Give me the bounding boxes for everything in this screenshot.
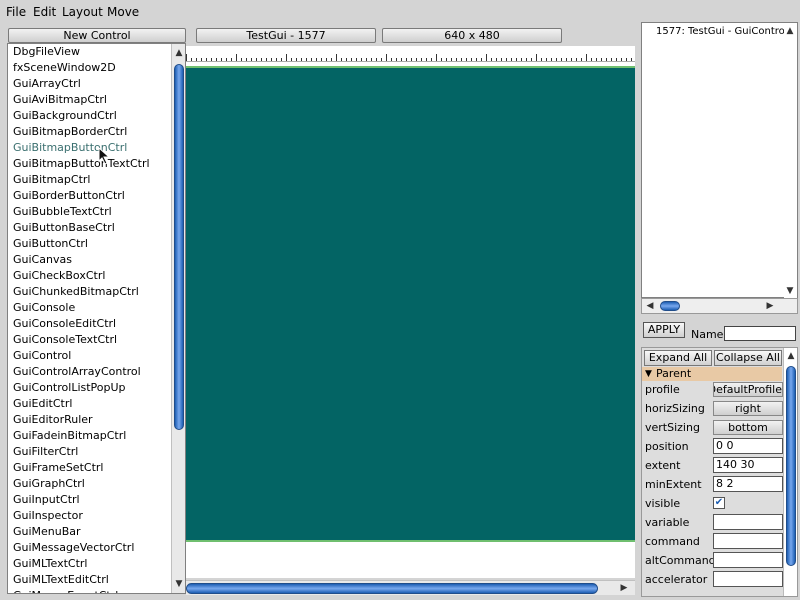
prop-label-profile: profile bbox=[645, 383, 680, 396]
scroll-left-icon[interactable]: ◀ bbox=[644, 300, 656, 312]
vertsizing-dropdown[interactable]: bottom bbox=[713, 420, 783, 435]
control-list-item[interactable]: GuiArrayCtrl bbox=[13, 76, 81, 92]
control-list-item[interactable]: GuiConsoleTextCtrl bbox=[13, 332, 117, 348]
canvas-horizontal-scrollbar[interactable]: ▶ bbox=[186, 580, 635, 595]
prop-label-visible: visible bbox=[645, 497, 681, 510]
control-list-item[interactable]: GuiFrameSetCtrl bbox=[13, 460, 103, 476]
accelerator-field[interactable] bbox=[713, 571, 783, 587]
ruler-ticks bbox=[186, 54, 632, 61]
control-list-item[interactable]: GuiEditCtrl bbox=[13, 396, 72, 412]
menu-edit[interactable]: Edit bbox=[33, 5, 56, 19]
control-list-item[interactable]: GuiConsoleEditCtrl bbox=[13, 316, 116, 332]
menu-move[interactable]: Move bbox=[107, 5, 139, 19]
gui-canvas[interactable] bbox=[186, 62, 635, 578]
visible-checkbox[interactable]: ✔ bbox=[713, 497, 725, 509]
control-list-item[interactable]: GuiCanvas bbox=[13, 252, 72, 268]
prop-label-altcommand: altCommand bbox=[645, 554, 716, 567]
collapse-all-button[interactable]: Collapse All bbox=[714, 350, 782, 366]
scroll-up-icon[interactable]: ▲ bbox=[173, 47, 185, 59]
inspector-scrollbar[interactable]: ▲ bbox=[783, 348, 797, 596]
control-list-item[interactable]: GuiGraphCtrl bbox=[13, 476, 85, 492]
control-list-item[interactable]: GuiControlListPopUp bbox=[13, 380, 126, 396]
expand-all-button[interactable]: Expand All bbox=[644, 350, 712, 366]
menu-file[interactable]: File bbox=[6, 5, 26, 19]
apply-button[interactable]: APPLY bbox=[643, 322, 685, 338]
control-list-item[interactable]: GuiMLTextEditCtrl bbox=[13, 572, 109, 588]
control-list-item[interactable]: GuiControl bbox=[13, 348, 71, 364]
prop-label-variable: variable bbox=[645, 516, 690, 529]
control-list-item[interactable]: GuiCheckBoxCtrl bbox=[13, 268, 105, 284]
control-list-item[interactable]: GuiButtonBaseCtrl bbox=[13, 220, 115, 236]
canvas-scroll-thumb[interactable] bbox=[186, 583, 598, 594]
control-list-item[interactable]: GuiInspector bbox=[13, 508, 83, 524]
prop-label-horizsizing: horizSizing bbox=[645, 402, 705, 415]
new-control-dropdown[interactable]: New Control bbox=[8, 28, 186, 43]
control-list-item[interactable]: GuiAviBitmapCtrl bbox=[13, 92, 107, 108]
new-control-list[interactable]: DbgFileView fxSceneWindow2D GuiArrayCtrl Gu… bbox=[7, 43, 186, 594]
collapse-triangle-icon: ▼ bbox=[645, 369, 652, 379]
gui-selector[interactable]: TestGui - 1577 bbox=[196, 28, 376, 43]
horizsizing-dropdown[interactable]: right bbox=[713, 401, 783, 416]
scroll-down-icon[interactable]: ▼ bbox=[784, 285, 796, 297]
control-list-item[interactable]: GuiBubbleTextCtrl bbox=[13, 204, 112, 220]
control-list-item[interactable]: GuiMenuBar bbox=[13, 524, 81, 540]
tree-item[interactable]: 1577: TestGui - GuiContro bbox=[656, 26, 785, 37]
variable-field[interactable] bbox=[713, 514, 783, 530]
control-list-scroll-thumb[interactable] bbox=[174, 64, 184, 430]
control-list-item[interactable]: GuiBitmapCtrl bbox=[13, 172, 90, 188]
control-list-scrollbar[interactable]: ▲ ▼ bbox=[171, 44, 185, 593]
control-list-item[interactable]: GuiButtonCtrl bbox=[13, 236, 88, 252]
prop-label-accelerator: accelerator bbox=[645, 573, 708, 586]
control-list-item[interactable]: fxSceneWindow2D bbox=[13, 60, 116, 76]
inspector-scroll-thumb[interactable] bbox=[786, 366, 796, 566]
resolution-selector[interactable]: 640 x 480 bbox=[382, 28, 562, 43]
control-list-item[interactable]: GuiFadeinBitmapCtrl bbox=[13, 428, 126, 444]
tree-horizontal-scrollbar[interactable]: ◀ ▶ bbox=[641, 298, 798, 314]
control-list-item[interactable]: GuiMouseEventCtrl bbox=[13, 588, 118, 593]
control-list-item[interactable]: GuiMLTextCtrl bbox=[13, 556, 87, 572]
horizontal-ruler bbox=[186, 46, 635, 62]
group-header-parent[interactable]: ▼ Parent bbox=[642, 367, 782, 381]
control-list-item[interactable]: GuiControlArrayControl bbox=[13, 364, 141, 380]
scroll-up-icon[interactable]: ▲ bbox=[785, 350, 797, 362]
menu-layout[interactable]: Layout bbox=[62, 5, 103, 19]
control-list-item[interactable]: GuiConsole bbox=[13, 300, 75, 316]
control-list-item[interactable]: DbgFileView bbox=[13, 44, 80, 60]
prop-label-extent: extent bbox=[645, 459, 681, 472]
scroll-right-icon[interactable]: ▶ bbox=[764, 300, 776, 312]
profile-dropdown[interactable]: GuiDefaultProfile bbox=[713, 382, 783, 397]
mouse-cursor-icon bbox=[98, 147, 111, 165]
name-input[interactable] bbox=[724, 326, 796, 341]
control-list-item[interactable]: GuiMessageVectorCtrl bbox=[13, 540, 134, 556]
prop-label-position: position bbox=[645, 440, 689, 453]
position-field[interactable]: 0 0 bbox=[713, 438, 783, 454]
tree-scroll-thumb[interactable] bbox=[660, 301, 680, 311]
scroll-right-icon[interactable]: ▶ bbox=[618, 582, 630, 594]
property-inspector: Expand All Collapse All ▼ Parent profile… bbox=[641, 347, 798, 597]
minextent-field[interactable]: 8 2 bbox=[713, 476, 783, 492]
prop-label-command: command bbox=[645, 535, 700, 548]
scroll-up-icon[interactable]: ▲ bbox=[784, 25, 796, 37]
prop-label-vertsizing: vertSizing bbox=[645, 421, 700, 434]
control-list-item[interactable]: GuiEditorRuler bbox=[13, 412, 93, 428]
prop-label-minextent: minExtent bbox=[645, 478, 702, 491]
gui-tree-view[interactable]: 1577: TestGui - GuiContro ▲ ▼ bbox=[641, 22, 798, 299]
control-list-item[interactable]: GuiBitmapButtonTextCtrl bbox=[13, 156, 150, 172]
tree-vertical-scrollbar[interactable]: ▲ ▼ bbox=[784, 23, 797, 299]
control-list-item[interactable]: GuiBitmapBorderCtrl bbox=[13, 124, 127, 140]
menu-bar: File Edit Layout Move bbox=[0, 0, 800, 24]
name-label: Name: bbox=[691, 328, 728, 341]
selected-gui-control[interactable] bbox=[186, 66, 635, 542]
control-list-item[interactable]: GuiInputCtrl bbox=[13, 492, 80, 508]
extent-field[interactable]: 140 30 bbox=[713, 457, 783, 473]
control-list-item[interactable]: GuiBackgroundCtrl bbox=[13, 108, 117, 124]
checkmark-icon: ✔ bbox=[714, 497, 724, 508]
altcommand-field[interactable] bbox=[713, 552, 783, 568]
command-field[interactable] bbox=[713, 533, 783, 549]
control-list-item[interactable]: GuiChunkedBitmapCtrl bbox=[13, 284, 139, 300]
group-title: Parent bbox=[656, 367, 692, 380]
control-list-item[interactable]: GuiFilterCtrl bbox=[13, 444, 78, 460]
scroll-down-icon[interactable]: ▼ bbox=[173, 578, 185, 590]
control-list-item[interactable]: GuiBorderButtonCtrl bbox=[13, 188, 125, 204]
